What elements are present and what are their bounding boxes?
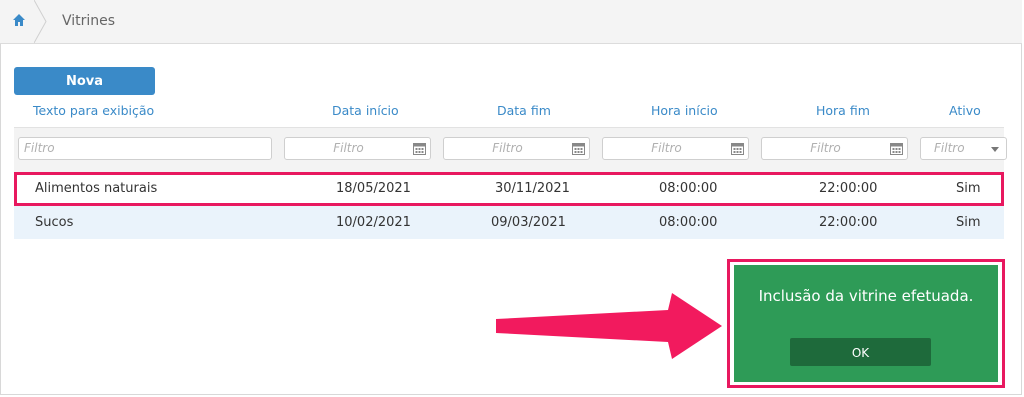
column-header-active[interactable]: Ativo	[949, 103, 981, 118]
cell-active: Sim	[956, 215, 981, 230]
start-time-filter-input[interactable]: Filtro	[602, 137, 749, 160]
end-time-filter-input[interactable]: Filtro	[761, 137, 908, 160]
filter-placeholder: Filtro	[492, 141, 523, 155]
table-row[interactable]: Sucos 10/02/2021 09/03/2021 08:00:00 22:…	[14, 206, 1004, 239]
toast-message: Inclusão da vitrine efetuada.	[758, 287, 974, 305]
active-filter-select[interactable]: Filtro	[920, 137, 1007, 160]
calendar-icon[interactable]	[731, 142, 744, 155]
breadcrumb-separator-icon	[34, 0, 47, 43]
cell-start-time: 08:00:00	[659, 215, 718, 230]
cell-end-time: 22:00:00	[819, 215, 878, 230]
calendar-icon[interactable]	[572, 142, 585, 155]
filter-placeholder: Filtro	[810, 141, 841, 155]
arrow-annotation-icon	[496, 293, 722, 359]
breadcrumb-current[interactable]: Vitrines	[62, 13, 115, 29]
cell-end-date: 09/03/2021	[491, 215, 566, 230]
calendar-icon[interactable]	[890, 142, 903, 155]
filter-placeholder: Filtro	[651, 141, 682, 155]
row-highlight-box	[14, 172, 1004, 206]
chevron-down-icon[interactable]	[991, 147, 999, 152]
column-header-start-time[interactable]: Hora início	[651, 103, 718, 118]
calendar-icon[interactable]	[413, 142, 426, 155]
home-icon[interactable]	[12, 13, 26, 27]
ok-button[interactable]: OK	[790, 338, 931, 366]
new-button[interactable]: Nova	[14, 67, 155, 95]
cell-text: Sucos	[35, 215, 74, 230]
filter-placeholder: Filtro	[934, 141, 965, 155]
breadcrumb: Vitrines	[0, 0, 1022, 44]
filter-placeholder: Filtro	[333, 141, 364, 155]
text-filter-input[interactable]: Filtro	[18, 137, 272, 160]
column-header-end-date[interactable]: Data fim	[497, 103, 551, 118]
end-date-filter-input[interactable]: Filtro	[443, 137, 590, 160]
column-header-text[interactable]: Texto para exibição	[33, 103, 154, 118]
column-header-end-time[interactable]: Hora fim	[816, 103, 870, 118]
column-header-start-date[interactable]: Data início	[332, 103, 399, 118]
success-toast: Inclusão da vitrine efetuada. OK	[734, 265, 998, 382]
cell-start-date: 10/02/2021	[336, 215, 411, 230]
start-date-filter-input[interactable]: Filtro	[284, 137, 431, 160]
